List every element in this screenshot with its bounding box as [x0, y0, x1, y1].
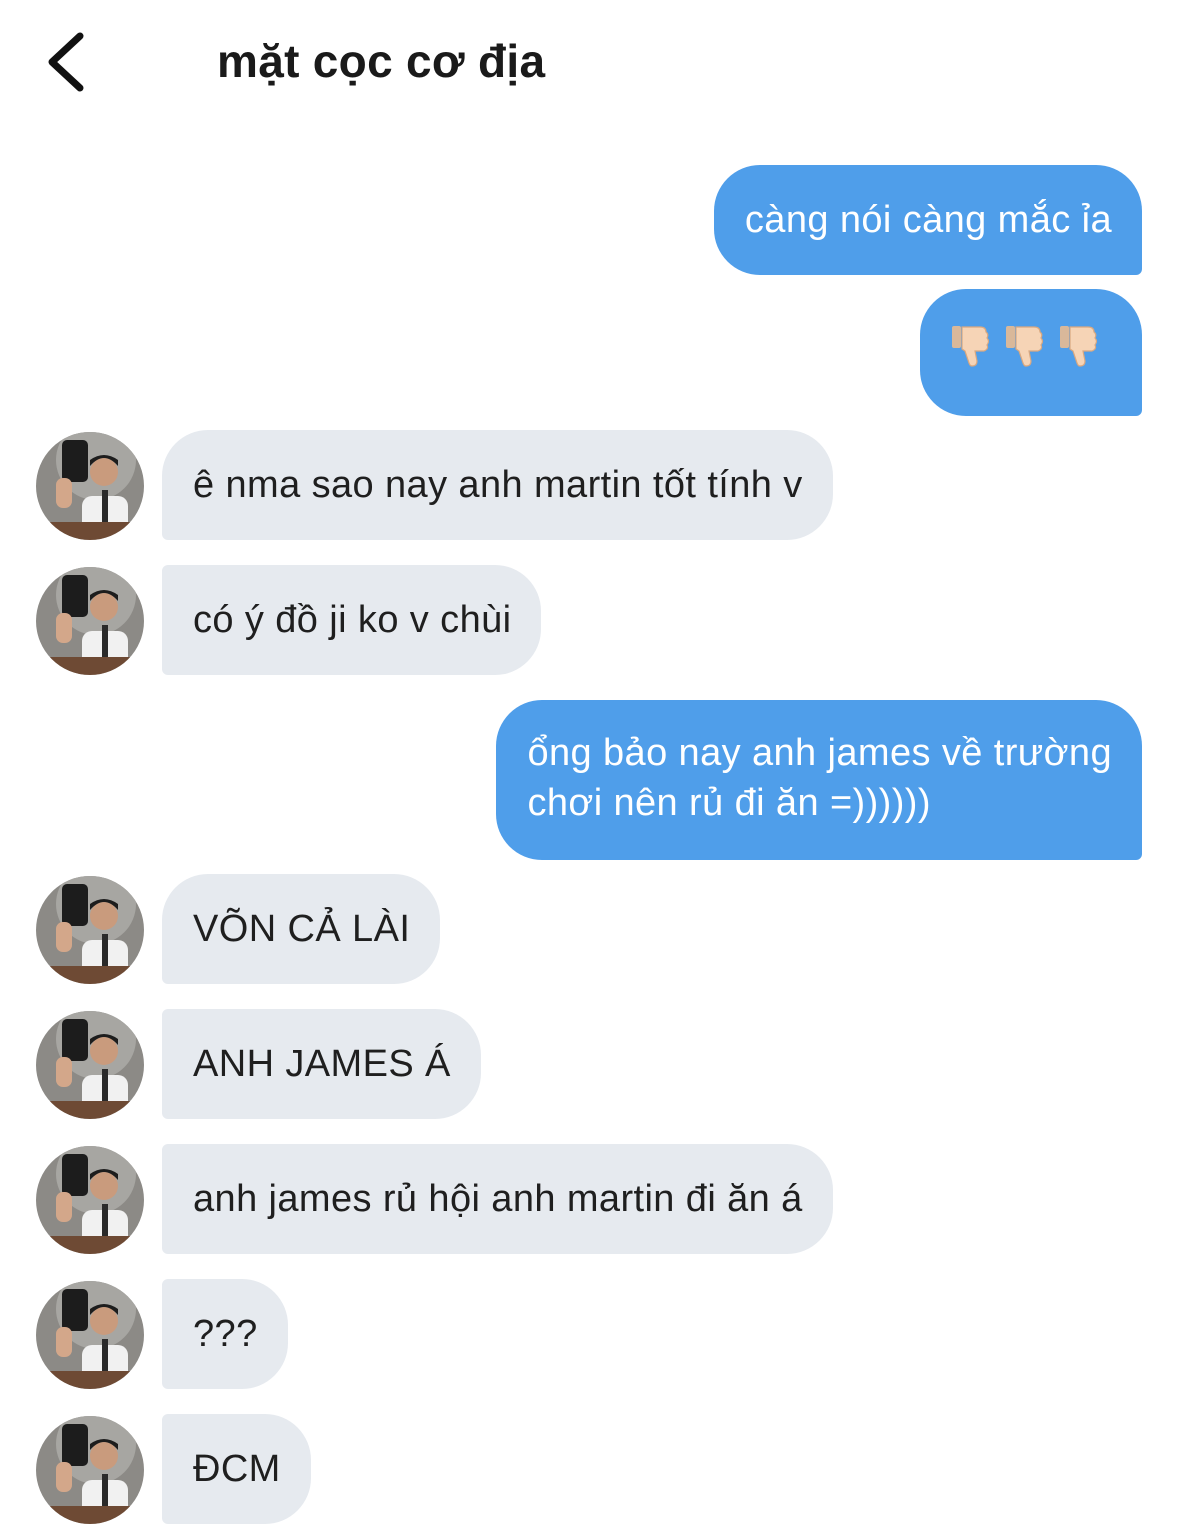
message-text: VÕN CẢ LÀI [193, 908, 411, 950]
thumbs-down-icon [1004, 324, 1044, 381]
outgoing-message[interactable]: ổng bảo nay anh james về trường chơi nên… [496, 700, 1142, 860]
avatar[interactable] [36, 1011, 144, 1119]
message-text: có ý đồ ji ko v chùi [193, 599, 512, 641]
incoming-message[interactable]: ĐCM [162, 1414, 311, 1524]
thumbs-down-icon [1058, 324, 1098, 381]
message-text: ANH JAMES Á [193, 1043, 451, 1085]
message-text: ??? [193, 1313, 258, 1355]
avatar[interactable] [36, 1416, 144, 1524]
message-text: ĐCM [193, 1448, 281, 1490]
avatar[interactable] [36, 567, 144, 675]
incoming-message[interactable]: ANH JAMES Á [162, 1009, 481, 1119]
avatar[interactable] [36, 876, 144, 984]
incoming-message[interactable]: ê nma sao nay anh martin tốt tính v [162, 430, 833, 540]
incoming-message[interactable]: VÕN CẢ LÀI [162, 874, 441, 984]
outgoing-message[interactable]: càng nói càng mắc ỉa [713, 165, 1142, 275]
incoming-message[interactable]: anh james rủ hội anh martin đi ăn á [162, 1144, 833, 1254]
avatar[interactable] [36, 1281, 144, 1389]
chat-header: mặt cọc cơ địa [0, 0, 1179, 130]
message-text: càng nói càng mắc ỉa [744, 199, 1112, 241]
message-text: anh james rủ hội anh martin đi ăn á [193, 1178, 803, 1220]
avatar[interactable] [36, 432, 144, 540]
message-text-line: chơi nên rủ đi ăn =)))))) [527, 782, 931, 824]
back-button[interactable] [38, 26, 98, 98]
thumbs-down-icon [950, 324, 990, 381]
message-text: ê nma sao nay anh martin tốt tính v [193, 464, 803, 506]
chat-title: mặt cọc cơ địa [217, 35, 546, 87]
chevron-left-icon [48, 32, 84, 92]
message-text-line: ổng bảo nay anh james về trường [527, 732, 1112, 774]
incoming-message[interactable]: ??? [162, 1279, 288, 1389]
avatar[interactable] [36, 1146, 144, 1254]
incoming-message[interactable]: có ý đồ ji ko v chùi [162, 565, 542, 675]
outgoing-emoji-message[interactable] [920, 289, 1142, 416]
